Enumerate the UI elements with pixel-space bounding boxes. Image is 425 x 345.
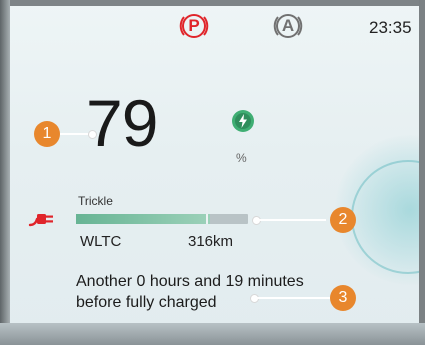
clock: 23:35: [369, 18, 412, 37]
lightning-bolt-icon: [231, 109, 255, 133]
charging-mode-label: Trickle: [78, 194, 113, 208]
auto-hold-icon: A: [270, 8, 306, 44]
battery-unit: %: [236, 151, 247, 165]
bezel-top: [0, 0, 425, 6]
range-bar: [76, 214, 248, 224]
callout-leader-dot-1: [88, 130, 97, 139]
range-standard: WLTC: [80, 233, 122, 250]
charge-time-message: Another 0 hours and 19 minutes before fu…: [76, 273, 304, 311]
range-value: 316km: [188, 233, 234, 250]
callout-leader-3: [256, 297, 330, 299]
range-bar-divider: [206, 214, 208, 224]
range-bar-fill: [76, 214, 211, 224]
cluster-screen: P A 23:35 79 % 1 Trickle WLTC 316km 2 An…: [0, 0, 425, 345]
callout-leader-1: [60, 133, 90, 135]
bezel-bottom: [0, 323, 425, 345]
park-brake-icon: P: [176, 8, 212, 44]
park-brake-letter: P: [188, 16, 200, 35]
callout-badge-2: 2: [330, 207, 356, 233]
callout-leader-2: [258, 219, 326, 221]
bezel-left: [0, 0, 10, 345]
callout-badge-1: 1: [34, 121, 60, 147]
bezel-right: [419, 0, 425, 345]
callout-badge-3: 3: [330, 285, 356, 311]
battery-level: 79: [86, 86, 158, 160]
auto-hold-letter: A: [281, 16, 295, 35]
charging-plug-icon: [28, 209, 56, 229]
